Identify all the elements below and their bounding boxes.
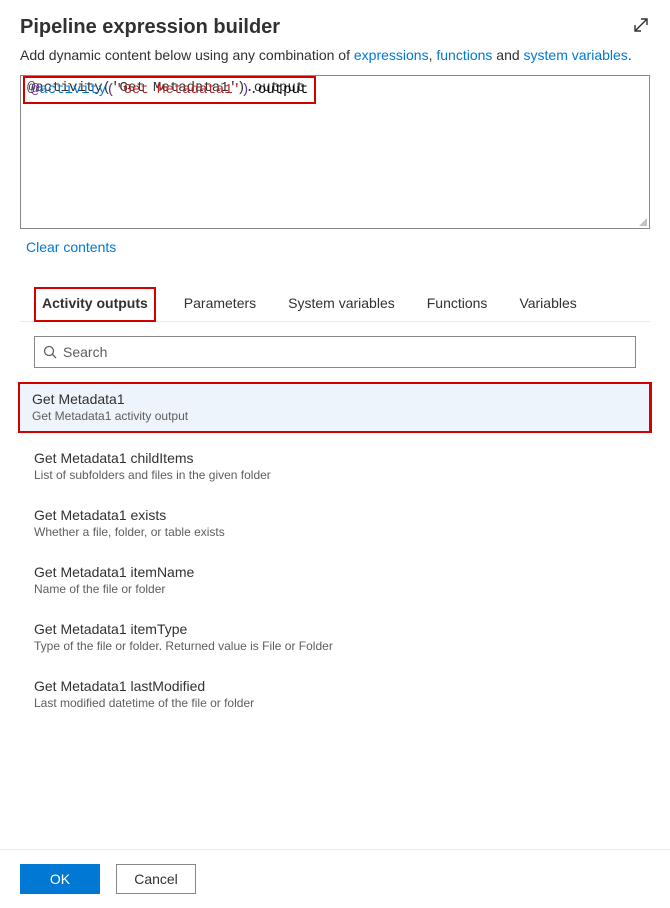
activity-output-list: Get Metadata1 Get Metadata1 activity outp…: [20, 382, 650, 718]
link-functions[interactable]: functions: [436, 47, 492, 63]
search-input[interactable]: [63, 344, 627, 360]
page-title: Pipeline expression builder: [20, 16, 280, 39]
tab-activity-outputs[interactable]: Activity outputs: [34, 287, 156, 322]
helper-text: Add dynamic content below using any comb…: [20, 47, 650, 63]
expression-editor-container: @activity('Get Metadata1').output: [20, 75, 650, 229]
list-item-desc: Type of the file or folder. Returned val…: [34, 639, 636, 653]
list-item-title: Get Metadata1 itemType: [34, 621, 636, 637]
tab-bar: Activity outputs Parameters System varia…: [20, 287, 650, 322]
search-icon: [43, 345, 57, 359]
list-item-title: Get Metadata1 lastModified: [34, 678, 636, 694]
list-item-desc: Whether a file, folder, or table exists: [34, 525, 636, 539]
list-item-title: Get Metadata1: [32, 391, 637, 407]
list-item-title: Get Metadata1 exists: [34, 507, 636, 523]
list-item[interactable]: Get Metadata1 itemType Type of the file o…: [20, 614, 650, 661]
list-item-desc: List of subfolders and files in the give…: [34, 468, 636, 482]
list-item-title: Get Metadata1 itemName: [34, 564, 636, 580]
link-system-variables[interactable]: system variables: [524, 47, 628, 63]
list-item-title: Get Metadata1 childItems: [34, 450, 636, 466]
search-container: [34, 336, 636, 368]
helper-prefix: Add dynamic content below using any comb…: [20, 47, 354, 63]
cancel-button[interactable]: Cancel: [116, 864, 196, 894]
list-item[interactable]: Get Metadata1 exists Whether a file, fold…: [20, 500, 650, 547]
tab-variables[interactable]: Variables: [515, 287, 580, 321]
list-item[interactable]: Get Metadata1 childItems List of subfolde…: [20, 443, 650, 490]
clear-contents-link[interactable]: Clear contents: [26, 239, 116, 255]
bottom-bar: OK Cancel: [0, 849, 670, 908]
expand-icon[interactable]: [632, 16, 650, 34]
link-expressions[interactable]: expressions: [354, 47, 429, 63]
list-item[interactable]: Get Metadata1 itemName Name of the file o…: [20, 557, 650, 604]
tab-parameters[interactable]: Parameters: [180, 287, 260, 321]
ok-button[interactable]: OK: [20, 864, 100, 894]
resize-handle-icon[interactable]: [637, 216, 647, 226]
list-item-desc: Last modified datetime of the file or fo…: [34, 696, 636, 710]
list-item[interactable]: Get Metadata1 Get Metadata1 activity outp…: [18, 382, 652, 433]
expression-editor[interactable]: [21, 76, 649, 228]
list-item-desc: Get Metadata1 activity output: [32, 409, 637, 423]
tab-functions[interactable]: Functions: [423, 287, 492, 321]
tab-system-variables[interactable]: System variables: [284, 287, 399, 321]
list-item-desc: Name of the file or folder: [34, 582, 636, 596]
list-item[interactable]: Get Metadata1 lastModified Last modified …: [20, 671, 650, 718]
